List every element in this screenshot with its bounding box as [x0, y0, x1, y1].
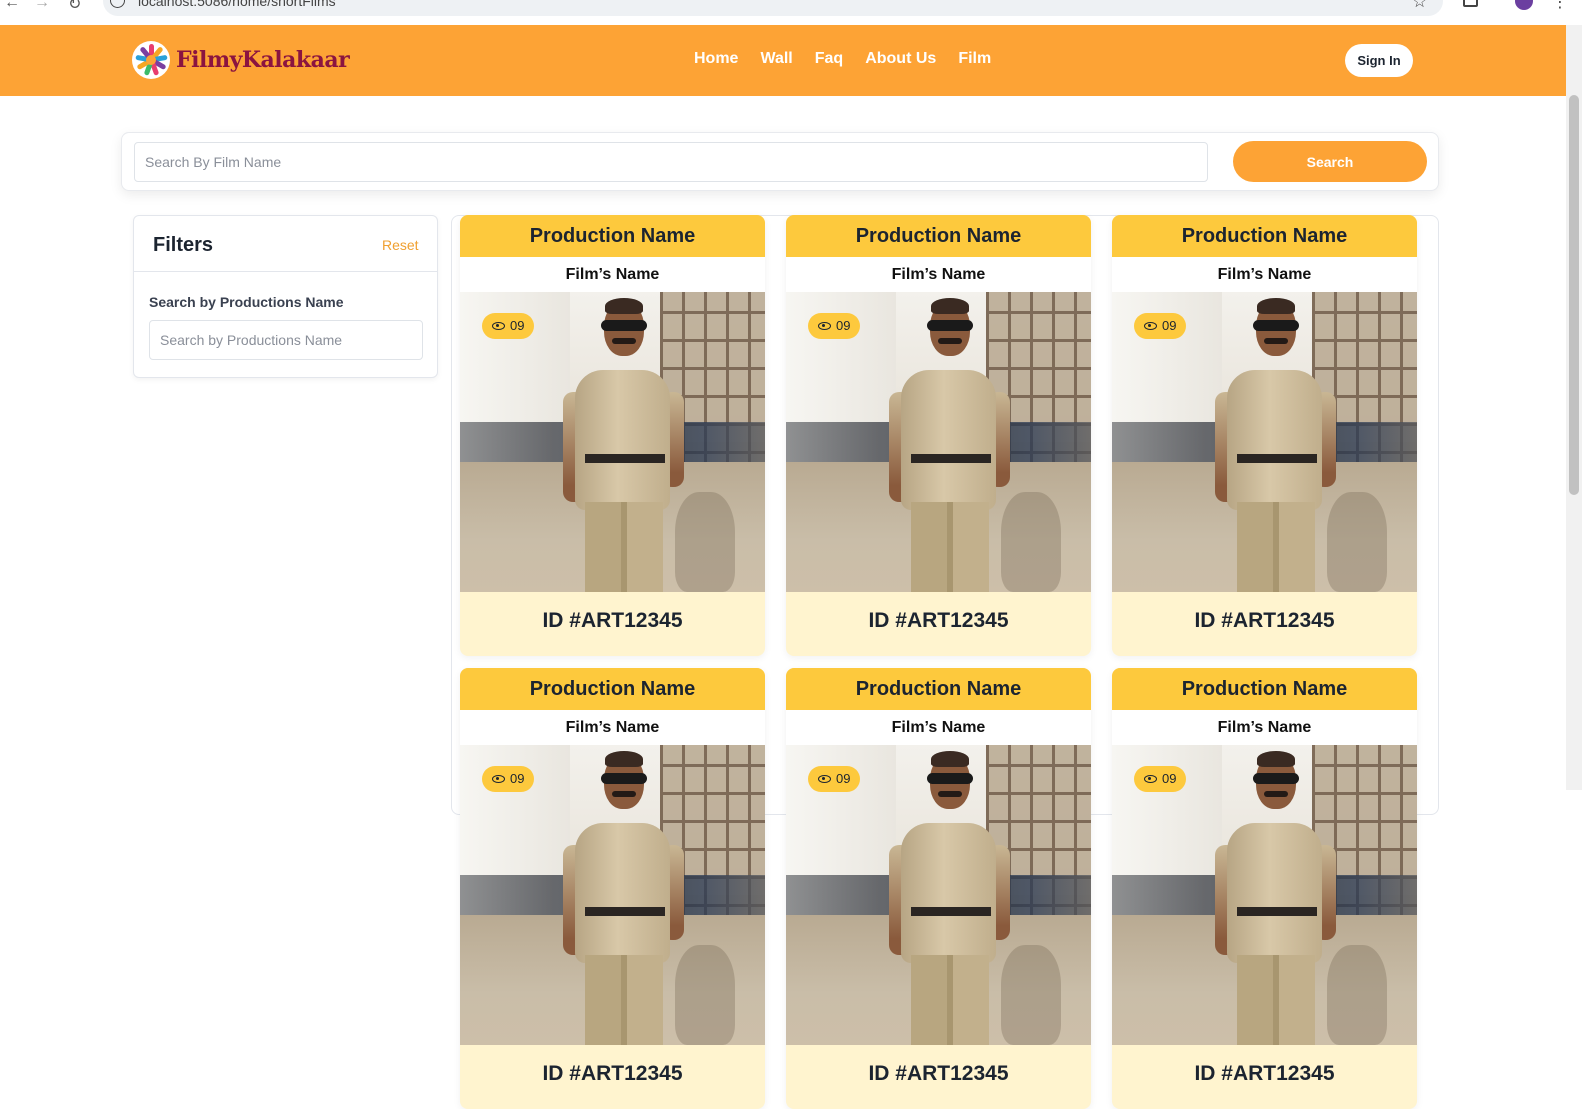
scrollbar-thumb[interactable] [1569, 95, 1579, 495]
view-count-badge: 09 [808, 313, 861, 339]
film-name: Film’s Name [1112, 257, 1417, 292]
eye-icon [492, 322, 505, 330]
film-name: Film’s Name [460, 710, 765, 745]
film-id: ID #ART12345 [542, 1062, 683, 1085]
production-name: Production Name [786, 668, 1091, 710]
film-card[interactable]: Production Name Film’s Name 09 ID #ART12… [460, 668, 765, 1109]
view-count: 09 [836, 318, 851, 333]
film-name: Film’s Name [786, 710, 1091, 745]
production-name: Production Name [786, 215, 1091, 257]
site-header: FilmyKalakaar Home Wall Faq About Us Fil… [0, 25, 1566, 96]
eye-icon [818, 775, 831, 783]
sign-in-button[interactable]: Sign In [1345, 44, 1413, 77]
productions-search-input[interactable] [149, 320, 423, 360]
view-count-badge: 09 [482, 766, 535, 792]
productions-filter-label: Search by Productions Name [149, 294, 344, 310]
view-count-badge: 09 [1134, 313, 1187, 339]
brand-name: FilmyKalakaar [176, 47, 350, 73]
filters-reset-link[interactable]: Reset [382, 237, 419, 253]
film-search-panel: Search [121, 132, 1439, 191]
filters-title: Filters [153, 234, 214, 256]
eye-icon [818, 322, 831, 330]
production-name: Production Name [1112, 215, 1417, 257]
film-card[interactable]: Production Name Film’s Name 09 ID #ART12… [460, 215, 765, 656]
nav-faq[interactable]: Faq [815, 50, 843, 68]
film-poster-image[interactable]: 09 [786, 292, 1091, 592]
nav-film[interactable]: Film [958, 50, 991, 68]
production-name: Production Name [460, 215, 765, 257]
view-count-badge: 09 [482, 313, 535, 339]
production-name: Production Name [1112, 668, 1417, 710]
film-search-input[interactable] [134, 142, 1208, 182]
browser-chrome: ← → ↻ localhost:5086/home/shortFilms ☆ ⋮ [0, 0, 1582, 25]
film-card[interactable]: Production Name Film’s Name 09 ID #ART12… [786, 668, 1091, 1109]
film-poster-image[interactable]: 09 [460, 745, 765, 1045]
search-button[interactable]: Search [1233, 141, 1427, 182]
nav-wall[interactable]: Wall [760, 50, 792, 68]
view-count-badge: 09 [1134, 766, 1187, 792]
page-scrollbar[interactable] [1566, 25, 1582, 790]
film-id: ID #ART12345 [868, 1062, 1009, 1085]
address-bar-url[interactable]: localhost:5086/home/shortFilms [138, 0, 336, 9]
film-name: Film’s Name [460, 257, 765, 292]
filters-panel: Filters Reset Search by Productions Name [133, 215, 438, 378]
nav-home[interactable]: Home [694, 50, 738, 68]
filters-header: Filters Reset [134, 216, 437, 272]
film-id: ID #ART12345 [1194, 1062, 1335, 1085]
film-card[interactable]: Production Name Film’s Name 09 ID #ART12… [1112, 215, 1417, 656]
film-name: Film’s Name [1112, 710, 1417, 745]
view-count: 09 [1162, 771, 1177, 786]
film-poster-image[interactable]: 09 [460, 292, 765, 592]
film-id: ID #ART12345 [1194, 609, 1335, 632]
forward-arrow-icon[interactable]: → [34, 0, 50, 12]
reload-icon[interactable]: ↻ [68, 0, 81, 14]
back-arrow-icon[interactable]: ← [4, 0, 20, 12]
film-id: ID #ART12345 [868, 609, 1009, 632]
profile-avatar[interactable] [1515, 0, 1533, 10]
view-count: 09 [510, 771, 525, 786]
flower-logo-icon [132, 41, 170, 79]
eye-icon [1144, 322, 1157, 330]
film-name: Film’s Name [786, 257, 1091, 292]
brand-logo[interactable]: FilmyKalakaar [132, 41, 350, 79]
main-nav: Home Wall Faq About Us Film [694, 50, 1013, 68]
eye-icon [1144, 775, 1157, 783]
film-poster-image[interactable]: 09 [1112, 292, 1417, 592]
extensions-icon[interactable] [1463, 0, 1478, 7]
film-id: ID #ART12345 [542, 609, 683, 632]
production-name: Production Name [460, 668, 765, 710]
film-card[interactable]: Production Name Film’s Name 09 ID #ART12… [786, 215, 1091, 656]
view-count: 09 [836, 771, 851, 786]
view-count-badge: 09 [808, 766, 861, 792]
film-poster-image[interactable]: 09 [786, 745, 1091, 1045]
bookmark-star-icon[interactable]: ☆ [1412, 0, 1427, 12]
film-card[interactable]: Production Name Film’s Name 09 ID #ART12… [1112, 668, 1417, 1109]
eye-icon [492, 775, 505, 783]
film-poster-image[interactable]: 09 [1112, 745, 1417, 1045]
view-count: 09 [1162, 318, 1177, 333]
browser-menu-icon[interactable]: ⋮ [1552, 0, 1568, 12]
nav-about-us[interactable]: About Us [865, 50, 936, 68]
view-count: 09 [510, 318, 525, 333]
